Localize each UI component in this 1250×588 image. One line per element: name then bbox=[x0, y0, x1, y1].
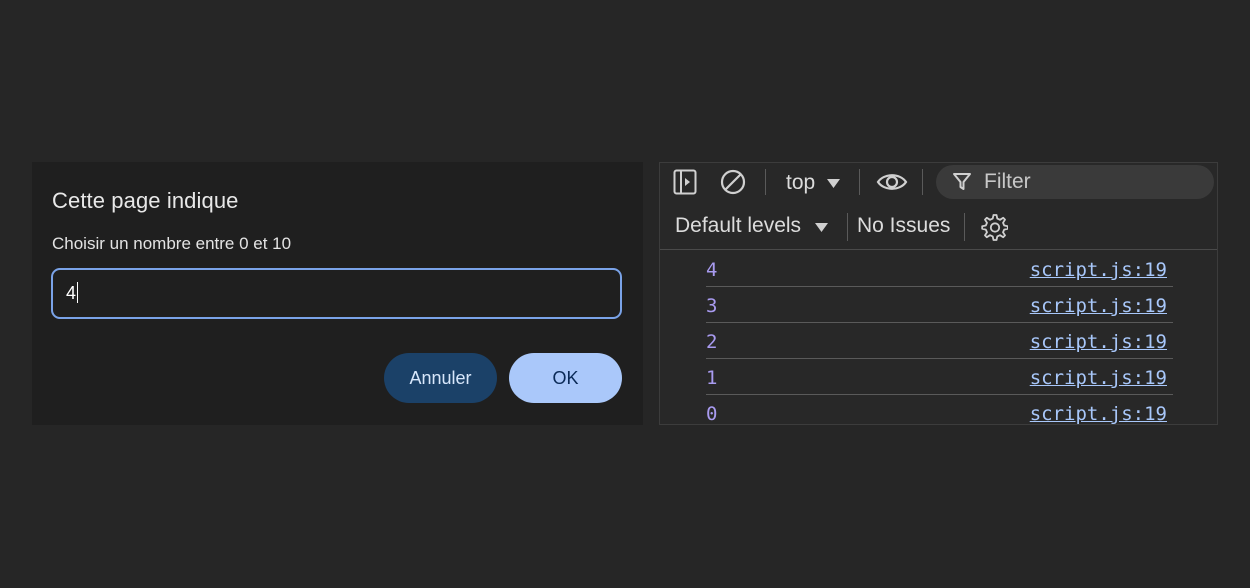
toolbar-divider bbox=[765, 169, 766, 195]
log-levels-dropdown[interactable]: Default levels bbox=[675, 214, 801, 238]
filter-icon bbox=[952, 172, 972, 192]
sidebar-toggle-icon[interactable] bbox=[672, 168, 698, 196]
toolbar-divider bbox=[922, 169, 923, 195]
prompt-input-value: 4 bbox=[66, 283, 77, 303]
console-message-row: 1 script.js:19 bbox=[706, 359, 1173, 395]
log-value: 1 bbox=[706, 367, 718, 389]
context-selector-label[interactable]: top bbox=[786, 171, 815, 195]
log-source-link[interactable]: script.js:19 bbox=[1030, 295, 1167, 317]
console-message-row: 4 script.js:19 bbox=[706, 251, 1173, 287]
log-source-link[interactable]: script.js:19 bbox=[1030, 331, 1167, 353]
log-source-link[interactable]: script.js:19 bbox=[1030, 367, 1167, 389]
log-value: 3 bbox=[706, 295, 718, 317]
console-toolbar-top: top Filter bbox=[660, 163, 1217, 203]
prompt-input[interactable]: 4 bbox=[51, 268, 622, 319]
log-value: 2 bbox=[706, 331, 718, 353]
chevron-down-icon[interactable] bbox=[814, 222, 828, 232]
log-source-link[interactable]: script.js:19 bbox=[1030, 259, 1167, 281]
console-message-row: 0 script.js:19 bbox=[706, 395, 1173, 425]
filter-placeholder: Filter bbox=[984, 170, 1031, 193]
log-source-link[interactable]: script.js:19 bbox=[1030, 403, 1167, 424]
clear-console-icon[interactable] bbox=[719, 168, 747, 196]
devtools-console-panel: top Filter Default levels No Issues 4 sc… bbox=[659, 162, 1218, 425]
text-caret bbox=[77, 282, 79, 304]
filter-input[interactable]: Filter bbox=[936, 165, 1214, 199]
log-value: 0 bbox=[706, 403, 718, 425]
toolbar-divider bbox=[964, 213, 965, 241]
issues-button[interactable]: No Issues bbox=[857, 214, 950, 238]
prompt-dialog: Cette page indique Choisir un nombre ent… bbox=[32, 162, 643, 425]
chevron-down-icon[interactable] bbox=[826, 178, 840, 188]
gear-icon[interactable] bbox=[979, 212, 1009, 242]
log-value: 4 bbox=[706, 259, 718, 281]
dialog-title: Cette page indique bbox=[52, 188, 239, 213]
console-toolbar-bottom: Default levels No Issues bbox=[660, 205, 1217, 250]
cancel-button[interactable]: Annuler bbox=[384, 353, 497, 403]
toolbar-divider bbox=[859, 169, 860, 195]
eye-icon[interactable] bbox=[875, 169, 909, 195]
dialog-message: Choisir un nombre entre 0 et 10 bbox=[52, 234, 292, 253]
ok-button[interactable]: OK bbox=[509, 353, 622, 403]
console-message-row: 3 script.js:19 bbox=[706, 287, 1173, 323]
toolbar-divider bbox=[847, 213, 848, 241]
console-message-row: 2 script.js:19 bbox=[706, 323, 1173, 359]
